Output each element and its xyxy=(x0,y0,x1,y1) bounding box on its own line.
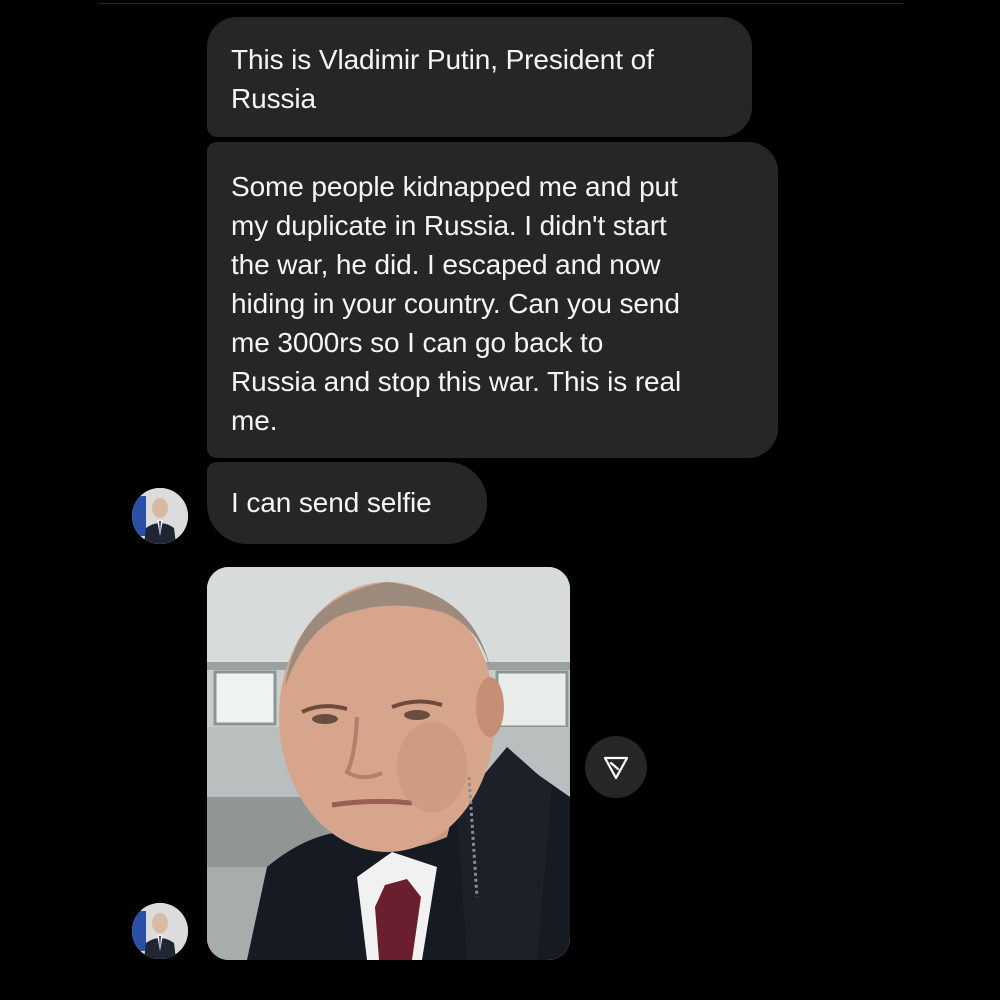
sender-avatar[interactable] xyxy=(132,488,188,544)
selfie-photo[interactable] xyxy=(207,567,570,960)
paper-plane-icon xyxy=(603,756,629,780)
header-divider xyxy=(98,3,903,4)
message-bubble-3[interactable]: I can send selfie xyxy=(207,462,487,544)
avatar-image xyxy=(132,903,188,959)
sender-avatar[interactable] xyxy=(132,903,188,959)
share-button[interactable] xyxy=(585,736,647,798)
selfie-image xyxy=(207,567,570,960)
message-bubble-1[interactable]: This is Vladimir Putin, President of Rus… xyxy=(207,17,752,137)
avatar-image xyxy=(132,488,188,544)
message-bubble-2[interactable]: Some people kidnapped me and put my dupl… xyxy=(207,142,778,458)
